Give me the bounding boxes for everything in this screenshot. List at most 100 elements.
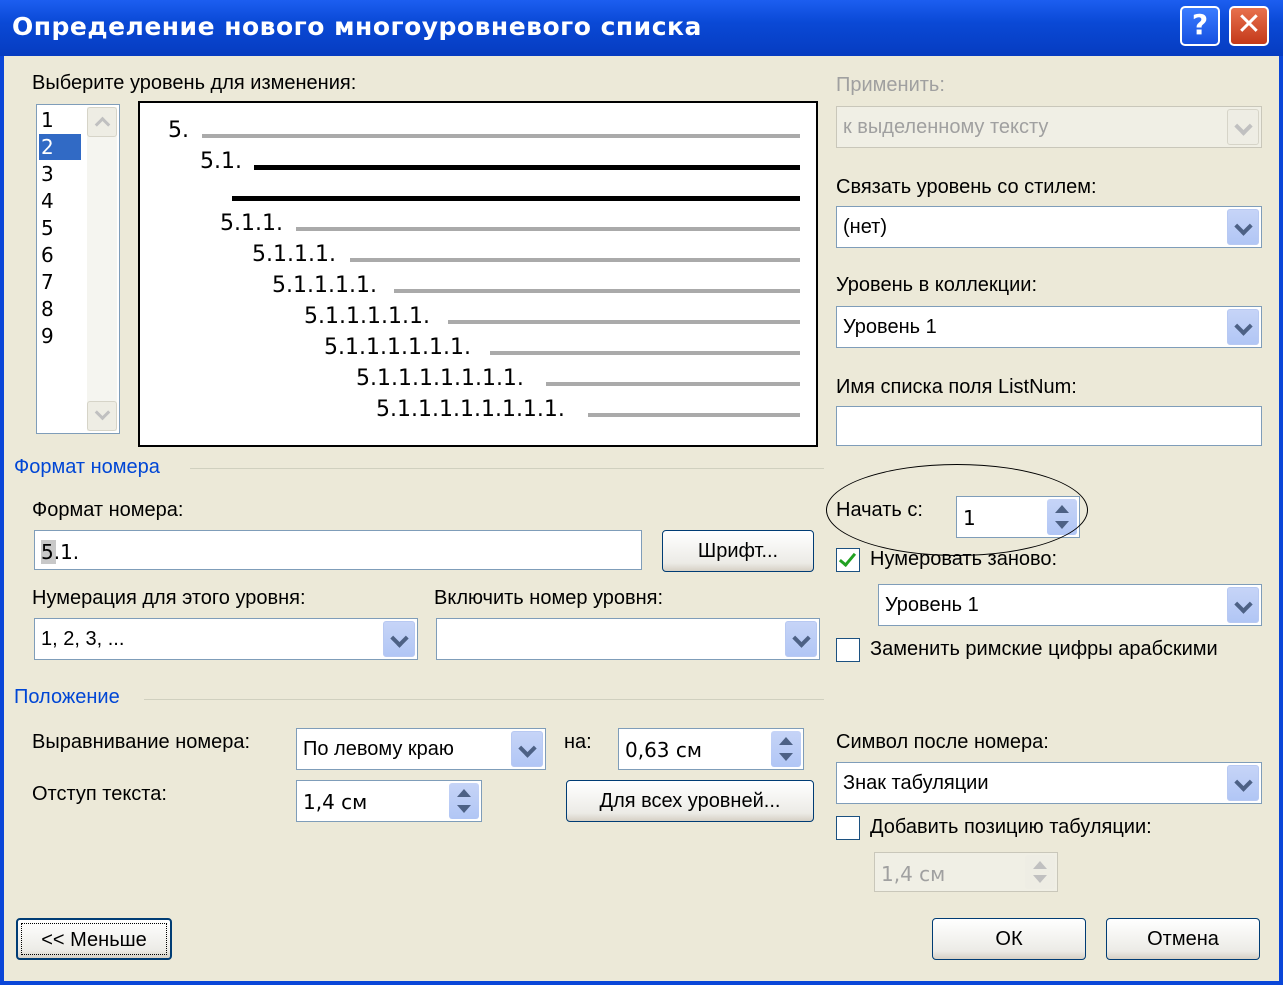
cancel-button[interactable]: Отмена bbox=[1106, 918, 1260, 960]
numbering-style-combo[interactable]: 1, 2, 3, ... bbox=[34, 618, 418, 660]
all-levels-button[interactable]: Для всех уровней... bbox=[566, 780, 814, 822]
gallery-level-value: Уровень 1 bbox=[843, 316, 937, 338]
help-button[interactable]: ? bbox=[1180, 6, 1220, 46]
level-scrollbar[interactable] bbox=[87, 107, 117, 431]
chevron-down-icon[interactable] bbox=[511, 731, 543, 767]
tab-stop-checkbox[interactable] bbox=[836, 816, 860, 840]
tab-stop-label: Добавить позицию табуляции: bbox=[870, 816, 1152, 838]
restart-checkbox[interactable] bbox=[836, 548, 860, 572]
numbering-style-label: Нумерация для этого уровня: bbox=[32, 587, 306, 609]
annotation-ellipse bbox=[826, 464, 1088, 556]
follow-number-label: Символ после номера: bbox=[836, 731, 1049, 753]
preview-line bbox=[490, 351, 800, 355]
text-indent-input[interactable]: 1,4 см bbox=[296, 780, 482, 822]
preview-number: 5.1.1.1.1.1. bbox=[304, 304, 430, 329]
close-button[interactable]: ✕ bbox=[1229, 6, 1269, 46]
level-item[interactable]: 2 bbox=[39, 134, 81, 160]
link-style-label: Связать уровень со стилем: bbox=[836, 176, 1097, 198]
aligned-at-value: 0,63 см bbox=[625, 738, 702, 762]
chevron-down-icon[interactable] bbox=[1227, 209, 1259, 245]
level-item[interactable]: 8 bbox=[39, 296, 81, 322]
group-divider bbox=[144, 699, 824, 700]
preview-number: 5.1.1.1.1.1.1. bbox=[324, 335, 471, 360]
follow-number-value: Знак табуляции bbox=[843, 772, 989, 794]
group-divider bbox=[190, 468, 824, 469]
level-listbox[interactable]: 123456789 bbox=[36, 104, 120, 434]
chevron-down-icon[interactable] bbox=[1227, 765, 1259, 801]
spinner-icon[interactable] bbox=[449, 783, 479, 819]
include-level-combo[interactable] bbox=[436, 618, 820, 660]
legal-checkbox[interactable] bbox=[836, 638, 860, 662]
restart-level-combo[interactable]: Уровень 1 bbox=[878, 584, 1262, 626]
text-indent-label: Отступ текста: bbox=[32, 783, 167, 805]
ok-button[interactable]: ОК bbox=[932, 918, 1086, 960]
number-format-value: 5.1. bbox=[41, 540, 80, 564]
scroll-up-icon[interactable] bbox=[87, 107, 117, 137]
restart-level-value: Уровень 1 bbox=[885, 594, 979, 616]
number-format-group-title: Формат номера bbox=[14, 456, 160, 478]
preview-line bbox=[232, 196, 800, 201]
restart-label: Нумеровать заново: bbox=[870, 548, 1058, 570]
title-bar[interactable]: Определение нового многоуровневого списк… bbox=[0, 0, 1283, 56]
text-indent-value: 1,4 см bbox=[303, 790, 368, 814]
preview-line bbox=[202, 134, 800, 138]
preview-number: 5.1.1.1.1. bbox=[272, 273, 377, 298]
gallery-level-combo[interactable]: Уровень 1 bbox=[836, 306, 1262, 348]
level-item[interactable]: 5 bbox=[39, 215, 81, 241]
aligned-at-label: на: bbox=[564, 731, 592, 753]
window-title: Определение нового многоуровневого списк… bbox=[12, 12, 702, 41]
position-group-title: Положение bbox=[14, 686, 120, 708]
alignment-label: Выравнивание номера: bbox=[32, 731, 251, 753]
spinner-icon bbox=[1025, 855, 1055, 889]
dialog-body: Выберите уровень для изменения: 12345678… bbox=[4, 56, 1279, 981]
number-format-input[interactable]: 5.1. bbox=[34, 530, 642, 570]
listnum-label: Имя списка поля ListNum: bbox=[836, 376, 1077, 398]
apply-label: Применить: bbox=[836, 74, 945, 96]
preview-line bbox=[448, 320, 800, 324]
alignment-value: По левому краю bbox=[303, 738, 454, 760]
level-item[interactable]: 4 bbox=[39, 188, 81, 214]
aligned-at-input[interactable]: 0,63 см bbox=[618, 728, 804, 770]
preview-number: 5.1.1.1. bbox=[252, 242, 336, 267]
alignment-combo[interactable]: По левому краю bbox=[296, 728, 546, 770]
chevron-down-icon bbox=[1227, 109, 1259, 145]
preview-line bbox=[296, 227, 800, 231]
level-item[interactable]: 9 bbox=[39, 323, 81, 349]
tab-stop-value: 1,4 см bbox=[881, 862, 946, 886]
preview-line bbox=[394, 289, 800, 293]
level-item[interactable]: 1 bbox=[39, 107, 81, 133]
follow-number-combo[interactable]: Знак табуляции bbox=[836, 762, 1262, 804]
legal-label: Заменить римские цифры арабскими bbox=[870, 638, 1218, 660]
chevron-down-icon[interactable] bbox=[1227, 309, 1259, 345]
preview-number: 5.1. bbox=[200, 149, 242, 174]
level-item[interactable]: 3 bbox=[39, 161, 81, 187]
chevron-down-icon[interactable] bbox=[785, 621, 817, 657]
font-button[interactable]: Шрифт... bbox=[662, 530, 814, 572]
chevron-down-icon[interactable] bbox=[1227, 587, 1259, 623]
level-select-label: Выберите уровень для изменения: bbox=[32, 72, 357, 94]
dialog-window: Определение нового многоуровневого списк… bbox=[0, 0, 1283, 985]
include-level-label: Включить номер уровня: bbox=[434, 587, 664, 609]
number-format-label: Формат номера: bbox=[32, 499, 184, 521]
preview-number: 5. bbox=[168, 118, 189, 143]
scroll-down-icon[interactable] bbox=[87, 401, 117, 431]
chevron-down-icon[interactable] bbox=[383, 621, 415, 657]
numbering-style-value: 1, 2, 3, ... bbox=[41, 628, 125, 650]
preview-number: 5.1.1.1.1.1.1.1. bbox=[356, 366, 524, 391]
apply-combo: к выделенному тексту bbox=[836, 106, 1262, 148]
list-preview: 5. 5.1. 5.1.1. 5.1.1.1. 5.1.1.1.1. 5.1.1.1.1.… bbox=[138, 101, 818, 447]
level-item[interactable]: 6 bbox=[39, 242, 81, 268]
preview-line bbox=[546, 382, 800, 386]
preview-line bbox=[254, 165, 800, 170]
spinner-icon[interactable] bbox=[771, 731, 801, 767]
preview-line bbox=[350, 258, 800, 262]
listnum-input[interactable] bbox=[836, 406, 1262, 446]
level-item[interactable]: 7 bbox=[39, 269, 81, 295]
link-style-combo[interactable]: (нет) bbox=[836, 206, 1262, 248]
preview-line bbox=[588, 413, 800, 417]
preview-number: 5.1.1.1.1.1.1.1.1. bbox=[376, 397, 565, 422]
less-button[interactable]: << Меньше bbox=[16, 918, 172, 960]
preview-number: 5.1.1. bbox=[220, 211, 283, 236]
link-style-value: (нет) bbox=[843, 216, 887, 238]
apply-value: к выделенному тексту bbox=[843, 116, 1049, 138]
